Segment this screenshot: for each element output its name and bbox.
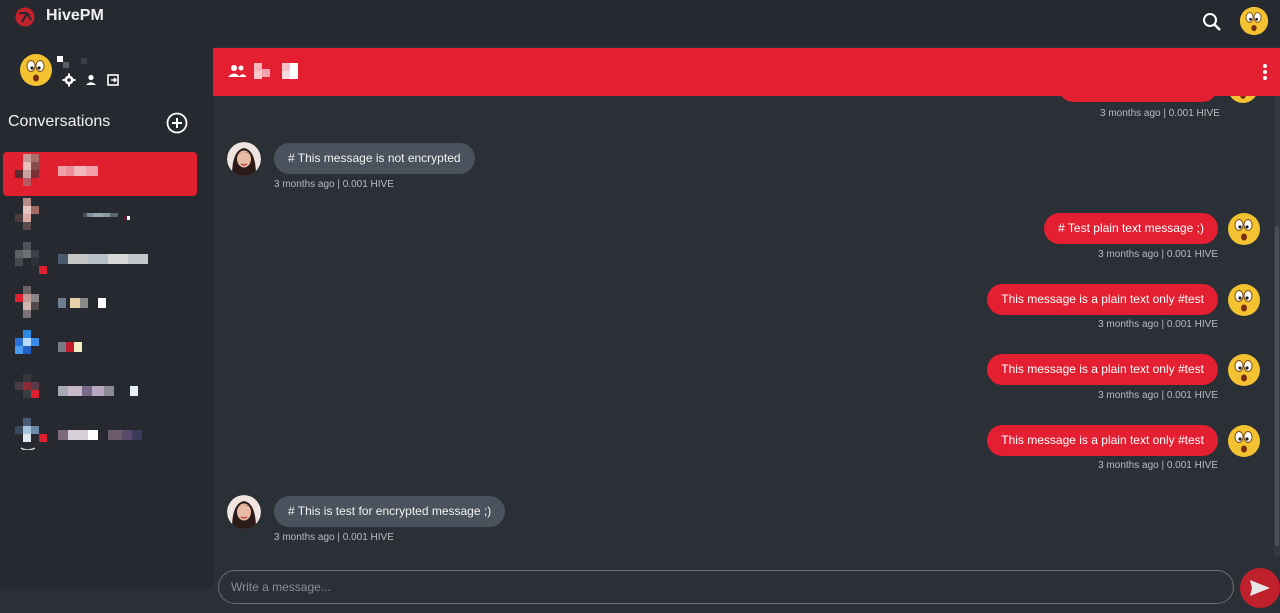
message-in: # This is test for encrypted message ;): [274, 496, 506, 527]
top-bar: HivePM: [0, 0, 1280, 46]
send-button[interactable]: [1240, 568, 1280, 608]
conversations-title: Conversations: [8, 113, 111, 130]
person-icon[interactable]: [84, 73, 98, 87]
emoji-avatar-icon[interactable]: [1227, 353, 1261, 387]
message-bubble-in[interactable]: # This message is not encrypted: [274, 143, 475, 174]
conversation-name-redacted: [58, 254, 148, 264]
message-meta: 3 months ago | 0.001 HIVE: [274, 532, 394, 543]
scrollbar-thumb[interactable]: [1275, 226, 1279, 546]
conversation-item[interactable]: [3, 152, 197, 196]
chat-panel: 3 months ago | 0.001 HIVE # This message…: [213, 46, 1280, 608]
message-meta: 3 months ago | 0.001 HIVE: [1098, 460, 1218, 471]
profile-avatar[interactable]: [19, 53, 53, 87]
conversation-list: [0, 152, 213, 460]
message-bubble-in[interactable]: # This is test for encrypted message ;): [274, 496, 506, 527]
emoji-avatar-icon[interactable]: [1227, 424, 1261, 458]
add-circle-icon[interactable]: [166, 112, 188, 134]
conversation-avatar: [15, 374, 39, 398]
conversation-item[interactable]: [3, 372, 197, 416]
conversation-name-redacted: [58, 166, 98, 176]
conversation-item[interactable]: [3, 416, 197, 460]
profile-name-redacted: [57, 56, 87, 68]
emoji-avatar-icon[interactable]: [1227, 283, 1261, 317]
gear-icon[interactable]: [62, 73, 76, 87]
app-title[interactable]: HivePM: [46, 7, 104, 25]
chat-header: [213, 48, 1280, 96]
chat-title-redacted: [254, 63, 298, 79]
send-icon: [1250, 580, 1270, 596]
message-input-wrapper: [218, 570, 1234, 604]
message-in: # This message is not encrypted: [274, 143, 475, 174]
conversation-name-redacted: [58, 298, 106, 308]
conversation-avatar: [15, 286, 39, 318]
message-input[interactable]: [231, 575, 1211, 599]
profile-actions: [62, 73, 120, 87]
conversation-item[interactable]: [3, 196, 197, 240]
message-bubble-out[interactable]: # Test plain text message ;): [1044, 213, 1218, 244]
conversation-name-redacted: [83, 213, 130, 220]
conversation-avatar: [15, 418, 47, 450]
more-vertical-icon[interactable]: [1259, 62, 1271, 82]
message-meta: 3 months ago | 0.001 HIVE: [274, 179, 394, 190]
conversation-item[interactable]: [3, 284, 197, 328]
group-icon: [228, 65, 246, 77]
conversation-name-redacted: [58, 342, 82, 352]
hive-logo-icon[interactable]: [14, 6, 36, 28]
contact-avatar[interactable]: [227, 142, 261, 176]
conversation-avatar: [15, 330, 39, 354]
message-out: This message is a plain text only #test: [987, 354, 1218, 385]
conversation-avatar: [15, 242, 47, 274]
message-bubble-out[interactable]: This message is a plain text only #test: [987, 425, 1218, 456]
messages-scrollbar[interactable]: [1274, 96, 1280, 556]
message-bubble-out[interactable]: This message is a plain text only #test: [987, 284, 1218, 315]
message-meta: 3 months ago | 0.001 HIVE: [1098, 319, 1218, 330]
search-icon[interactable]: [1201, 11, 1223, 33]
message-bubble-out[interactable]: This message is a plain text only #test: [987, 354, 1218, 385]
message-meta: 3 months ago | 0.001 HIVE: [1098, 249, 1218, 260]
message-meta: 3 months ago | 0.001 HIVE: [1100, 108, 1220, 119]
message-out: This message is a plain text only #test: [987, 425, 1218, 456]
emoji-avatar-icon[interactable]: [1227, 212, 1261, 246]
sidebar: Conversations: [0, 46, 213, 588]
conversation-avatar: [15, 198, 39, 230]
message-out: # Test plain text message ;): [1044, 213, 1218, 244]
conversation-item[interactable]: [3, 240, 197, 284]
conversation-name-redacted: [58, 430, 142, 440]
conversation-name-redacted: [58, 386, 138, 396]
emoji-avatar-icon[interactable]: [1239, 6, 1269, 36]
message-out: This message is a plain text only #test: [987, 284, 1218, 315]
logout-icon[interactable]: [106, 73, 120, 87]
contact-avatar[interactable]: [227, 495, 261, 529]
conversation-avatar: [15, 154, 39, 186]
conversation-item[interactable]: [3, 328, 197, 372]
message-meta: 3 months ago | 0.001 HIVE: [1098, 390, 1218, 401]
